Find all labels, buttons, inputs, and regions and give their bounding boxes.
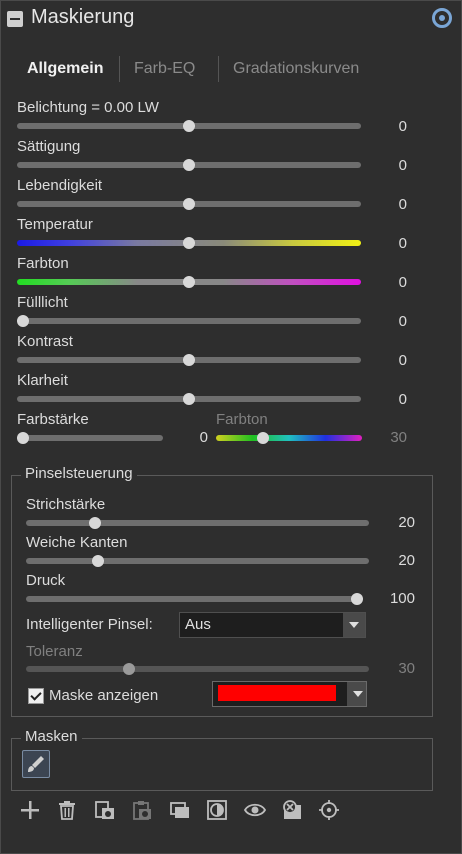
- slider-thumb[interactable]: [183, 393, 195, 405]
- slider-thumb[interactable]: [183, 276, 195, 288]
- intelligent-brush-select[interactable]: Aus: [179, 612, 366, 638]
- tab-separator: [218, 56, 219, 82]
- mask-color-picker[interactable]: [212, 681, 367, 707]
- slider-weiche-kanten[interactable]: [26, 555, 369, 567]
- slider-thumb[interactable]: [183, 159, 195, 171]
- slider-label-fuelllicht: Fülllicht: [17, 294, 68, 311]
- slider-label-farbton: Farbton: [17, 255, 69, 272]
- slider-value-saettigung: 0: [398, 157, 407, 174]
- slider-label-weiche-kanten: Weiche Kanten: [26, 534, 128, 551]
- slider-thumb[interactable]: [183, 198, 195, 210]
- slider-farbstaerke[interactable]: [17, 432, 163, 444]
- slider-belichtung[interactable]: [17, 120, 361, 132]
- slider-lebendigkeit[interactable]: [17, 198, 361, 210]
- slider-saettigung[interactable]: [17, 159, 361, 171]
- slider-label-klarheit: Klarheit: [17, 372, 68, 389]
- brush-mask-button[interactable]: [22, 750, 50, 778]
- slider-strichstaerke[interactable]: [26, 517, 369, 529]
- chevron-down-icon[interactable]: [343, 613, 365, 637]
- add-icon[interactable]: [19, 799, 41, 821]
- slider-temperatur[interactable]: [17, 237, 361, 249]
- tab-farb-eq[interactable]: Farb-EQ: [134, 60, 195, 78]
- slider-value-belichtung: 0: [398, 118, 407, 135]
- copy-mask-icon[interactable]: [94, 799, 116, 821]
- slider-thumb[interactable]: [88, 517, 101, 529]
- slider-value-strichstaerke: 20: [398, 514, 415, 531]
- invert-icon[interactable]: [206, 799, 228, 821]
- slider-farbton[interactable]: [17, 276, 361, 288]
- duplicate-icon[interactable]: [169, 799, 191, 821]
- slider-label-kontrast: Kontrast: [17, 333, 73, 350]
- slider-label-strichstaerke: Strichstärke: [26, 496, 106, 513]
- panel-header: Maskierung: [1, 1, 461, 37]
- slider-value-toleranz: 30: [398, 660, 415, 677]
- slider-farbton-2[interactable]: [216, 432, 362, 444]
- brush-controls-title: Pinselsteuerung: [21, 465, 137, 482]
- show-mask-label: Maske anzeigen: [49, 687, 159, 704]
- slider-value-farbton-2: 30: [390, 429, 407, 446]
- slider-thumb[interactable]: [351, 593, 363, 605]
- masks-group: [11, 738, 433, 791]
- slider-thumb[interactable]: [256, 432, 269, 444]
- masking-panel: Maskierung Allgemein Farb-EQ Gradationsk…: [0, 0, 462, 854]
- slider-label-farbton-2: Farbton: [216, 411, 268, 428]
- trash-icon[interactable]: [56, 799, 78, 821]
- slider-thumb[interactable]: [183, 237, 195, 249]
- slider-value-lebendigkeit: 0: [398, 196, 407, 213]
- target-icon[interactable]: [318, 799, 340, 821]
- slider-thumb[interactable]: [17, 432, 29, 444]
- slider-value-klarheit: 0: [398, 391, 407, 408]
- chevron-down-icon[interactable]: [347, 682, 366, 706]
- eye-icon[interactable]: [243, 799, 267, 821]
- masks-title: Masken: [21, 728, 82, 745]
- slider-label-farbstaerke: Farbstärke: [17, 411, 89, 428]
- slider-label-temperatur: Temperatur: [17, 216, 93, 233]
- intelligent-brush-label: Intelligenter Pinsel:: [26, 616, 153, 633]
- slider-druck[interactable]: [26, 593, 363, 605]
- slider-thumb[interactable]: [183, 354, 195, 366]
- clear-mask-icon[interactable]: [281, 799, 303, 821]
- brush-icon: [28, 756, 44, 772]
- mask-toolbar: [19, 799, 349, 825]
- slider-thumb[interactable]: [17, 315, 29, 327]
- paste-mask-icon[interactable]: [131, 799, 153, 821]
- slider-value-farbstaerke: 0: [199, 429, 208, 446]
- slider-value-druck: 100: [389, 590, 415, 607]
- slider-kontrast[interactable]: [17, 354, 361, 366]
- slider-value-weiche-kanten: 20: [398, 552, 415, 569]
- tab-allgemein[interactable]: Allgemein: [27, 60, 103, 78]
- tab-gradationskurven[interactable]: Gradationskurven: [233, 60, 359, 78]
- tab-separator: [119, 56, 120, 82]
- mask-color-fill: [218, 685, 336, 701]
- slider-label-lebendigkeit: Lebendigkeit: [17, 177, 103, 194]
- power-toggle-icon[interactable]: [432, 8, 452, 28]
- slider-klarheit[interactable]: [17, 393, 361, 405]
- slider-fuelllicht[interactable]: [17, 315, 361, 327]
- slider-label-druck: Druck: [26, 572, 66, 589]
- collapse-icon[interactable]: [7, 11, 23, 27]
- slider-label-belichtung: Belichtung = 0.00 LW: [17, 99, 159, 116]
- slider-label-toleranz: Toleranz: [26, 643, 83, 660]
- slider-value-temperatur: 0: [398, 235, 407, 252]
- slider-thumb[interactable]: [92, 555, 105, 567]
- slider-value-farbton: 0: [398, 274, 407, 291]
- show-mask-checkbox[interactable]: [28, 688, 44, 704]
- panel-title: Maskierung: [31, 6, 135, 28]
- slider-value-fuelllicht: 0: [398, 313, 407, 330]
- slider-toleranz[interactable]: [26, 663, 369, 675]
- slider-thumb[interactable]: [183, 120, 195, 132]
- slider-value-kontrast: 0: [398, 352, 407, 369]
- slider-label-saettigung: Sättigung: [17, 138, 81, 155]
- intelligent-brush-value: Aus: [185, 616, 211, 633]
- slider-thumb[interactable]: [122, 663, 135, 675]
